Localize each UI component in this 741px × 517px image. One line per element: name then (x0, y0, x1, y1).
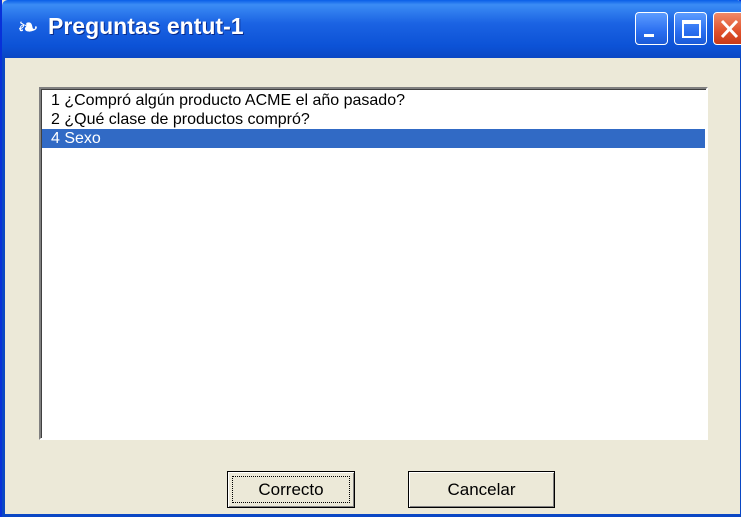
window-title: Preguntas entut-1 (48, 13, 244, 39)
app-icon: ❧ (17, 13, 39, 43)
list-item[interactable]: 2 ¿Qué clase de productos compró? (42, 110, 705, 129)
list-item-label: 4 Sexo (51, 130, 101, 147)
minimize-button[interactable] (635, 12, 668, 45)
maximize-button[interactable] (674, 12, 707, 45)
dialog-window: ❧ Preguntas entut-1 1 ¿Compró algún prod… (0, 0, 741, 517)
list-item-label: 1 ¿Compró algún producto ACME el año pas… (51, 92, 405, 109)
list-item[interactable]: 1 ¿Compró algún producto ACME el año pas… (42, 91, 705, 110)
close-icon (720, 19, 739, 39)
dialog-body: 1 ¿Compró algún producto ACME el año pas… (2, 58, 741, 517)
list-item-selected[interactable]: 4 Sexo (42, 129, 705, 148)
close-button[interactable] (713, 12, 741, 45)
focus-rect (232, 476, 350, 503)
questions-listbox[interactable]: 1 ¿Compró algún producto ACME el año pas… (39, 87, 708, 440)
correcto-button[interactable]: Correcto (227, 471, 355, 508)
cancelar-button[interactable]: Cancelar (408, 471, 555, 508)
minimize-icon (644, 34, 654, 37)
list-item-label: 2 ¿Qué clase de productos compró? (51, 111, 310, 128)
title-bar[interactable]: ❧ Preguntas entut-1 (2, 0, 741, 58)
maximize-icon (682, 20, 701, 38)
cancelar-button-label: Cancelar (447, 480, 516, 499)
